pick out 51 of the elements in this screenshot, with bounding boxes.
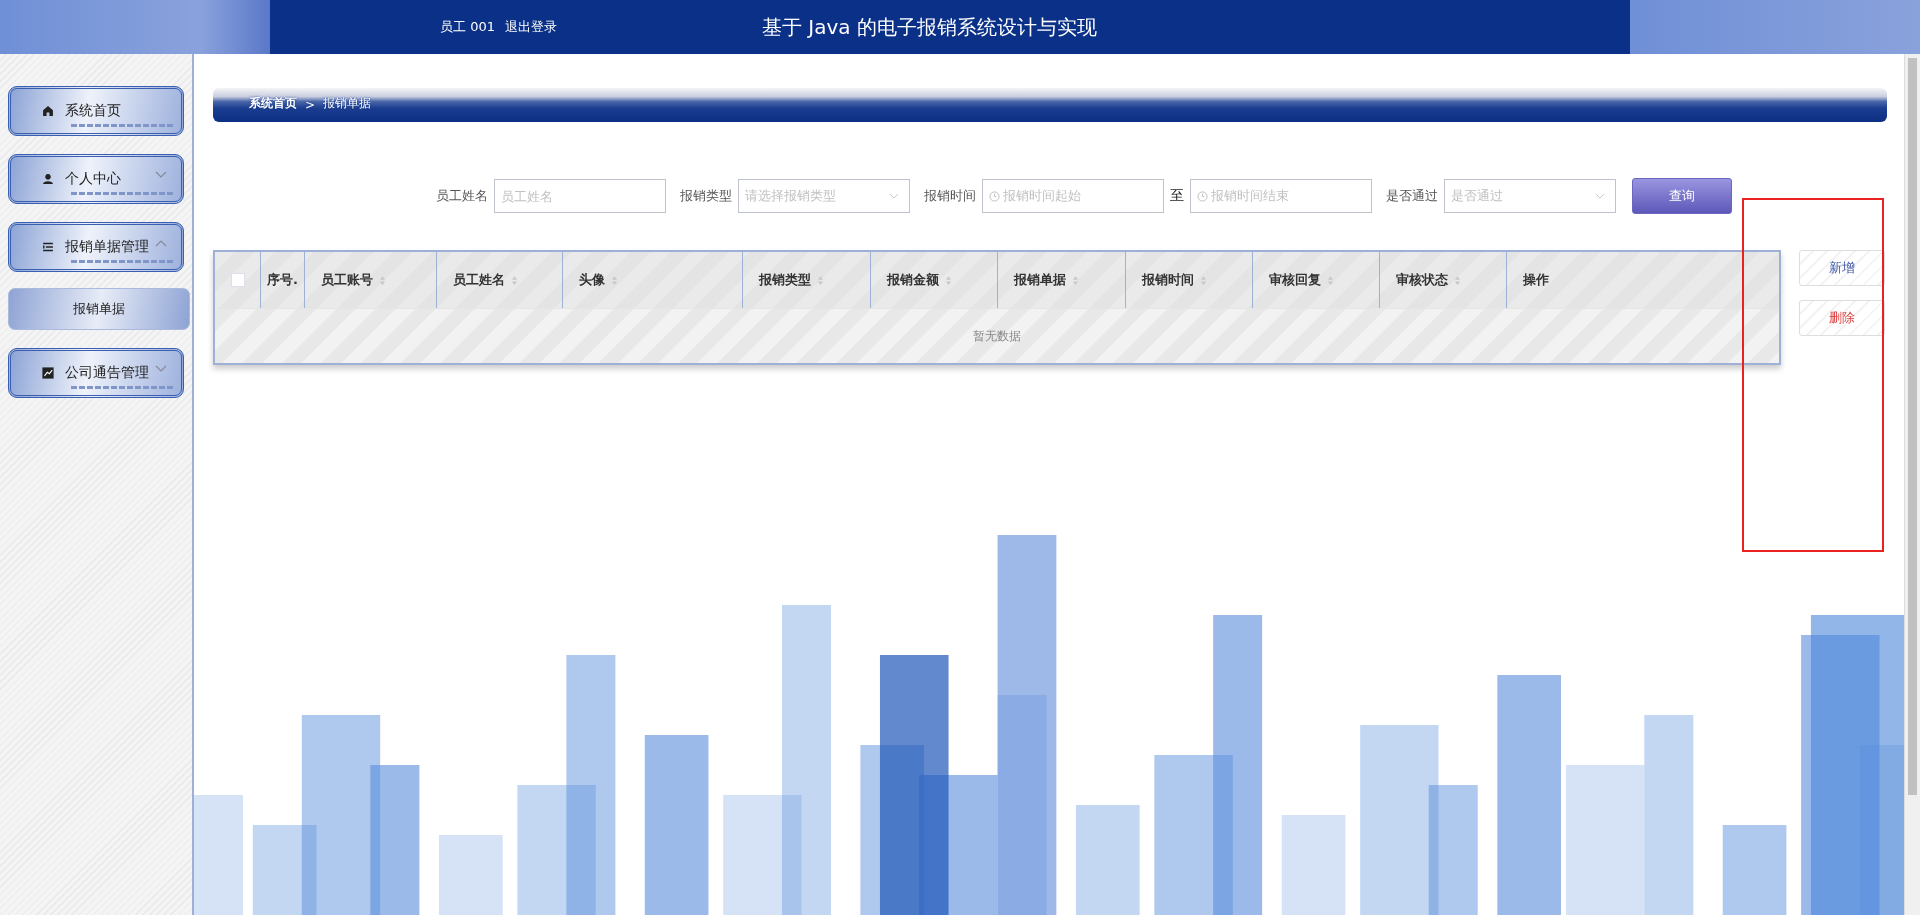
app-title: 基于 Java 的电子报销系统设计与实现	[761, 13, 1097, 41]
name-field[interactable]: 员工姓名	[494, 179, 666, 213]
column-header: 序号.	[261, 252, 305, 308]
chart-icon	[41, 366, 55, 380]
column-header: 报销金额	[871, 252, 998, 308]
caret-icon	[1595, 193, 1605, 200]
field-label: 报销类型	[680, 187, 732, 205]
column-header: 审核状态	[1380, 252, 1507, 308]
nav-item[interactable]: 报销单据管理	[8, 222, 184, 272]
sort-icon	[511, 274, 518, 286]
list-icon	[41, 240, 55, 254]
nav-item[interactable]: 个人中心	[8, 154, 184, 204]
scrollbar[interactable]	[1904, 54, 1920, 915]
sort-icon	[1200, 274, 1207, 286]
column-header: 员工姓名	[437, 252, 563, 308]
home-icon	[41, 104, 55, 118]
breadcrumb-link[interactable]: 系统首页	[249, 95, 297, 112]
add-button[interactable]: 新增	[1799, 250, 1885, 286]
delete-button[interactable]: 删除	[1799, 300, 1885, 336]
field-label: 员工姓名	[436, 187, 488, 205]
caret-icon	[889, 193, 899, 200]
breadcrumb-separator: >	[305, 98, 316, 112]
clock-icon	[1197, 190, 1208, 202]
sort-icon	[817, 274, 824, 286]
breadcrumb-current: 报销单据	[323, 95, 372, 112]
field-label: 是否通过	[1386, 187, 1438, 205]
column-header: 操作	[1507, 252, 1779, 308]
search-button[interactable]: 查询	[1632, 178, 1732, 214]
nav-item[interactable]: 系统首页	[8, 86, 184, 136]
column-header: 审核回复	[1253, 252, 1380, 308]
column-header: 头像	[563, 252, 743, 308]
sort-icon	[611, 274, 618, 286]
column-header: 报销时间	[1126, 252, 1253, 308]
field-label: 报销时间	[924, 187, 976, 205]
column-header: 报销类型	[743, 252, 871, 308]
sort-icon	[945, 274, 952, 286]
range-separator: 至	[1170, 187, 1184, 205]
user-icon	[41, 172, 55, 186]
checkbox[interactable]	[231, 273, 245, 287]
empty-message: 暂无数据	[973, 327, 1021, 345]
nav-item[interactable]: 公司通告管理	[8, 348, 184, 398]
column-header: 员工账号	[305, 252, 437, 308]
sort-icon	[1327, 274, 1334, 286]
logout-link[interactable]: 退出登录	[504, 18, 557, 36]
nav-subitem[interactable]: 报销单据	[8, 288, 190, 330]
clock-icon	[989, 190, 1000, 202]
sort-icon	[1454, 274, 1461, 286]
user-label: 员工 001	[440, 18, 495, 36]
column-header: 报销单据	[998, 252, 1126, 308]
sort-icon	[1072, 274, 1079, 286]
sort-icon	[379, 274, 386, 286]
